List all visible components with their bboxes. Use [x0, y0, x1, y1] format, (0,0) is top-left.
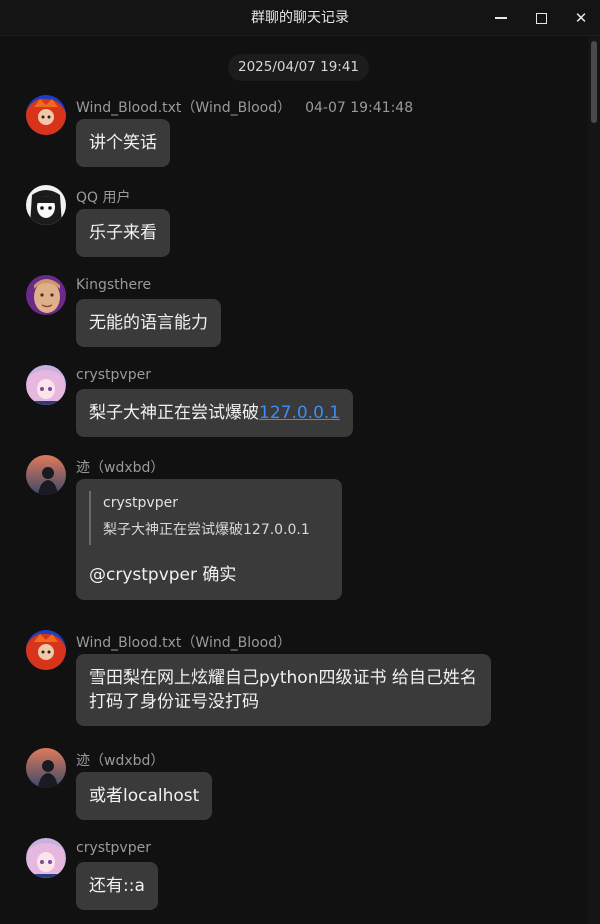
- avatar-pink-anime-icon: [26, 365, 66, 405]
- message-bubble[interactable]: 雪田梨在网上炫耀自己python四级证书 给自己姓名打码了身份证号没打码: [76, 654, 491, 726]
- minimize-button[interactable]: [481, 0, 521, 36]
- avatar-sunset-figure-icon: [26, 455, 66, 495]
- minimize-icon: [495, 17, 507, 19]
- message-bubble[interactable]: 还有::a: [76, 862, 158, 910]
- avatar[interactable]: [26, 748, 66, 788]
- chat-history[interactable]: 2025/04/07 19:41 Wind_Blood.txt（Wind_Blo…: [0, 37, 588, 924]
- avatar[interactable]: [26, 455, 66, 495]
- maximize-icon: [535, 12, 547, 24]
- avatar[interactable]: [26, 95, 66, 135]
- quoted-message[interactable]: crystpvper 梨子大神正在尝试爆破127.0.0.1: [89, 491, 329, 545]
- avatar-pink-anime-icon: [26, 838, 66, 878]
- title-bar: 群聊的聊天记录 ✕: [0, 0, 600, 36]
- message-bubble[interactable]: 或者localhost: [76, 772, 213, 820]
- sender-name: QQ 用户: [76, 190, 131, 206]
- avatar-red-hair-icon: [26, 95, 66, 135]
- avatar-sunset-figure-icon: [26, 748, 66, 788]
- scrollbar-thumb[interactable]: [591, 41, 597, 123]
- quote-sender: crystpvper: [103, 495, 178, 511]
- avatar[interactable]: [26, 838, 66, 878]
- quote-text: 梨子大神正在尝试爆破127.0.0.1: [103, 522, 310, 538]
- sender-name: Kingsthere: [76, 277, 152, 293]
- message-bubble[interactable]: 讲个笑话: [76, 119, 170, 167]
- message-bubble[interactable]: crystpvper 梨子大神正在尝试爆破127.0.0.1 @crystpvp…: [76, 479, 342, 600]
- avatar-photo-face-icon: [26, 275, 66, 315]
- ip-link[interactable]: 127.0.0.1: [259, 403, 340, 423]
- sender-name: Wind_Blood.txt（Wind_Blood） 04-07 19:41:48: [76, 100, 414, 116]
- close-icon: ✕: [574, 9, 588, 27]
- close-button[interactable]: ✕: [561, 0, 600, 36]
- avatar[interactable]: [26, 365, 66, 405]
- time-divider: 2025/04/07 19:41: [228, 54, 370, 81]
- avatar[interactable]: [26, 630, 66, 670]
- scrollbar[interactable]: [588, 37, 600, 924]
- avatar-red-hair-icon: [26, 630, 66, 670]
- avatar[interactable]: [26, 185, 66, 225]
- message-timestamp: 04-07 19:41:48: [305, 100, 414, 116]
- sender-name: crystpvper: [76, 840, 151, 856]
- avatar[interactable]: [26, 275, 66, 315]
- sender-name: 迹（wdxbd）: [76, 753, 165, 769]
- sender-name: crystpvper: [76, 367, 151, 383]
- message-bubble[interactable]: 无能的语言能力: [76, 299, 221, 347]
- maximize-button[interactable]: [521, 0, 561, 36]
- message-text: @crystpvper 确实: [89, 565, 237, 585]
- message-bubble[interactable]: 乐子来看: [76, 209, 170, 257]
- message-bubble[interactable]: 梨子大神正在尝试爆破127.0.0.1: [76, 389, 354, 437]
- sender-name: 迹（wdxbd）: [76, 460, 165, 476]
- avatar-manga-girl-icon: [26, 185, 66, 225]
- sender-name: Wind_Blood.txt（Wind_Blood）: [76, 635, 292, 651]
